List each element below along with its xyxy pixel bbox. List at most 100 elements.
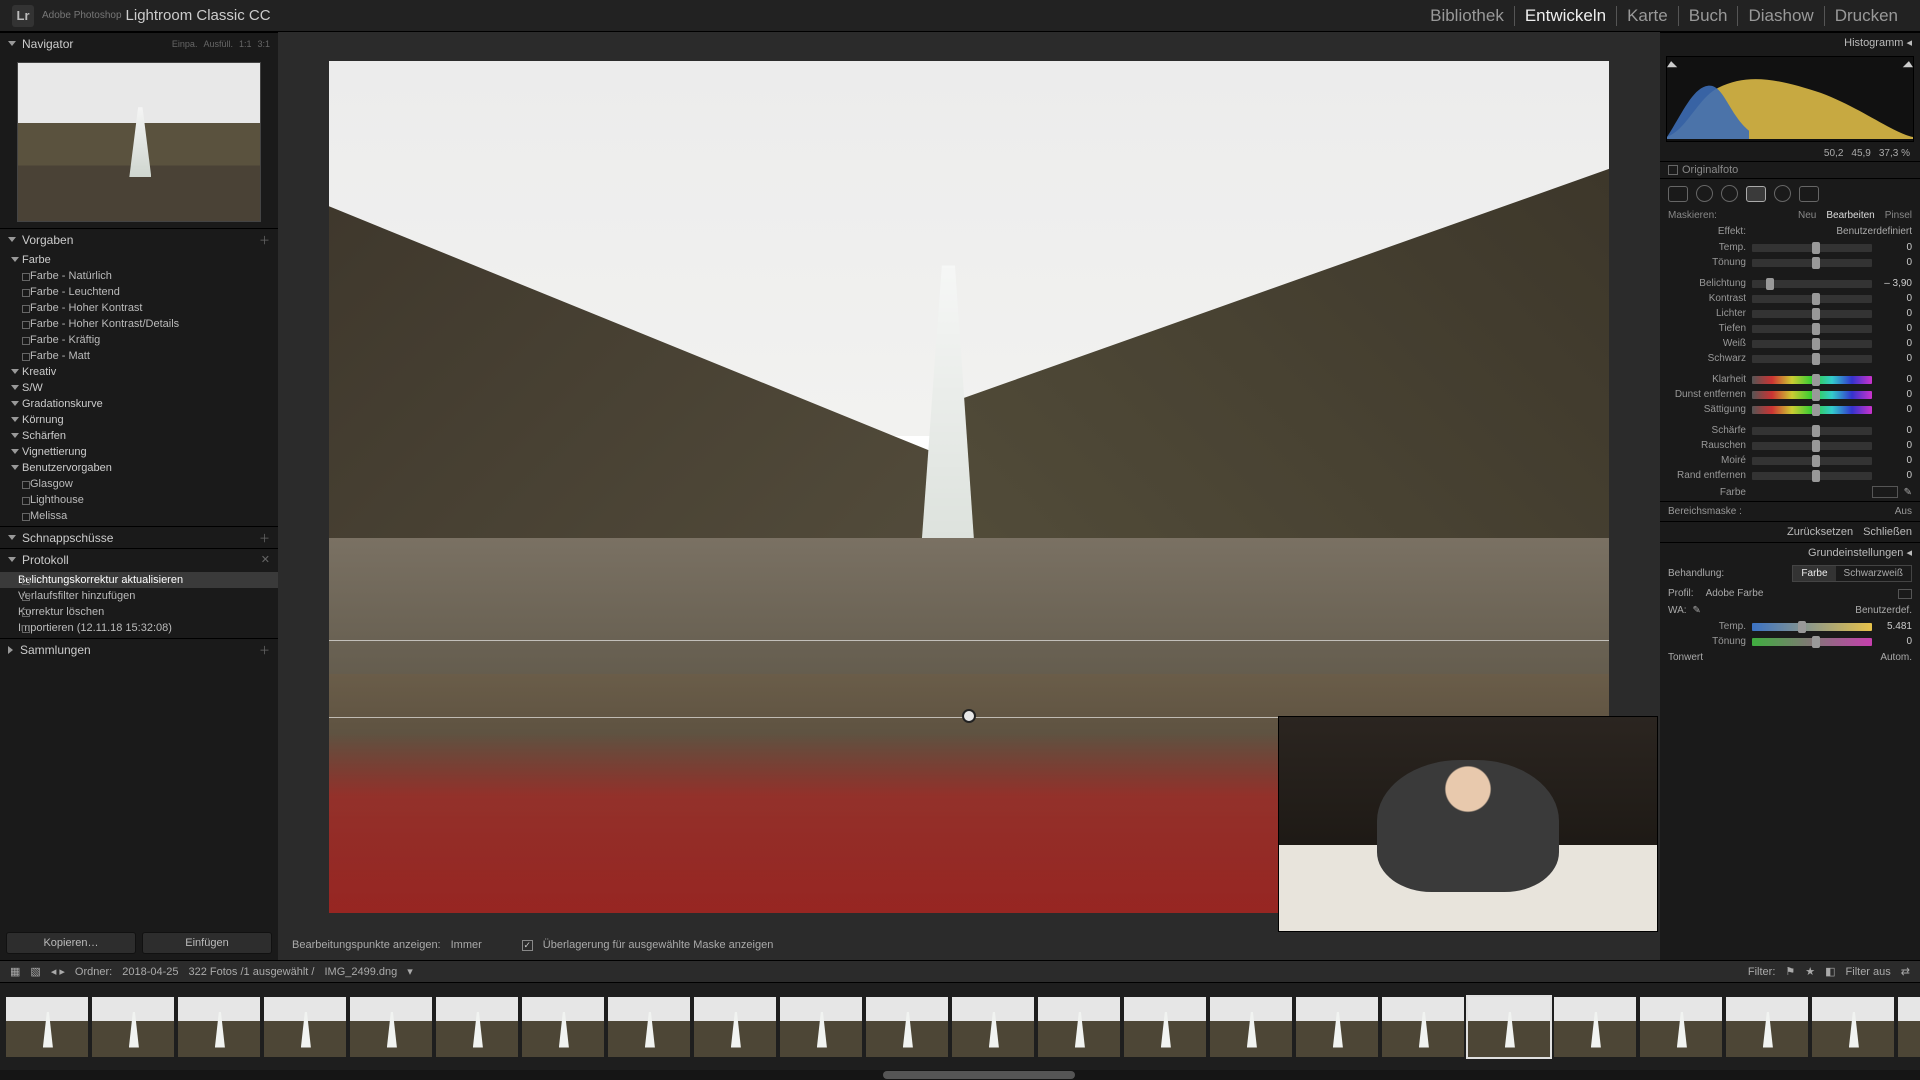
flag-filter-icon[interactable]: ⚑ [1785,965,1795,978]
effect-dropdown[interactable]: Benutzerdefiniert [1836,226,1912,237]
filmstrip-thumb[interactable] [1382,997,1464,1057]
history-item[interactable]: Verlaufsfilter hinzufügen [0,588,278,604]
presets-header[interactable]: Vorgaben＋ [0,228,278,250]
filter-lock-icon[interactable]: ⇄ [1901,965,1910,978]
paste-button[interactable]: Einfügen [142,932,272,954]
slider-track[interactable] [1752,295,1872,303]
zoom-option[interactable]: Einpa. [172,39,198,49]
slider-value[interactable]: 0 [1878,293,1912,304]
module-buch[interactable]: Buch [1679,6,1739,26]
filmstrip-thumb[interactable] [1038,997,1120,1057]
user-presets-group[interactable]: Benutzervorgaben [0,460,278,476]
slider-track[interactable] [1752,259,1872,267]
current-filename[interactable]: IMG_2499.dng [324,966,397,978]
treatment-option[interactable]: Schwarzweiß [1836,566,1911,581]
filmstrip-thumb[interactable] [6,997,88,1057]
filmstrip-thumb[interactable] [1898,997,1920,1057]
close-button[interactable]: Schließen [1863,526,1912,538]
filmstrip-thumb[interactable] [780,997,862,1057]
navigator-preview[interactable] [17,62,261,222]
histogram[interactable] [1666,56,1914,142]
preset-group[interactable]: Gradationskurve [0,396,278,412]
preset-item[interactable]: Farbe - Matt [0,348,278,364]
filmstrip-thumb[interactable] [436,997,518,1057]
filmstrip-thumb[interactable] [1554,997,1636,1057]
snapshots-header[interactable]: Schnappschüsse＋ [0,526,278,548]
mask-tab[interactable]: Bearbeiten [1826,210,1874,221]
basic-tint-value[interactable]: 0 [1878,636,1912,647]
original-toggle[interactable]: Originalfoto [1660,161,1920,179]
color-filter-icon[interactable]: ◧ [1825,965,1835,978]
preset-group[interactable]: Körnung [0,412,278,428]
mask-tab[interactable]: Neu [1798,210,1816,221]
filmstrip-thumb[interactable] [1296,997,1378,1057]
slider-track[interactable] [1752,406,1872,414]
profile-grid-icon[interactable] [1898,589,1912,599]
preset-item[interactable]: Farbe - Natürlich [0,268,278,284]
preset-group[interactable]: Vignettierung [0,444,278,460]
history-header[interactable]: Protokoll✕ [0,548,278,570]
slider-value[interactable]: 0 [1878,353,1912,364]
second-window-icon[interactable]: ▧ [30,965,40,978]
preset-item[interactable]: Farbe - Leuchtend [0,284,278,300]
filmstrip-thumb[interactable] [694,997,776,1057]
filmstrip-thumb[interactable] [350,997,432,1057]
color-swatch[interactable] [1872,486,1898,498]
brush-tool-icon[interactable] [1799,186,1819,202]
zoom-option[interactable]: 1:1 [239,39,252,49]
filter-preset-dropdown[interactable]: Filter aus [1846,966,1891,978]
slider-track[interactable] [1752,310,1872,318]
user-preset-item[interactable]: Glasgow [0,476,278,492]
preset-group[interactable]: Farbe [0,252,278,268]
auto-tone-button[interactable]: Autom. [1880,652,1912,663]
zoom-option[interactable]: 3:1 [257,39,270,49]
preset-group[interactable]: Kreativ [0,364,278,380]
slider-value[interactable]: 0 [1878,389,1912,400]
slider-value[interactable]: 0 [1878,470,1912,481]
slider-track[interactable] [1752,376,1872,384]
slider-value[interactable]: 0 [1878,257,1912,268]
slider-value[interactable]: – 3,90 [1878,278,1912,289]
filmstrip-thumb[interactable] [264,997,346,1057]
user-preset-item[interactable]: Lighthouse [0,492,278,508]
slider-track[interactable] [1752,472,1872,480]
grid-view-icon[interactable]: ▦ [10,965,20,978]
folder-date[interactable]: 2018-04-25 [122,966,178,978]
preset-item[interactable]: Farbe - Kräftig [0,332,278,348]
filmstrip-thumb[interactable] [952,997,1034,1057]
user-preset-item[interactable]: Melissa [0,508,278,524]
filmstrip-thumb[interactable] [1812,997,1894,1057]
crop-tool-icon[interactable] [1668,186,1688,202]
slider-value[interactable]: 0 [1878,440,1912,451]
slider-track[interactable] [1752,244,1872,252]
slider-value[interactable]: 0 [1878,323,1912,334]
overlay-checkbox[interactable]: ✓ [522,940,533,951]
slider-track[interactable] [1752,457,1872,465]
radial-tool-icon[interactable] [1774,185,1791,202]
navigator-header[interactable]: Navigator Einpa.Ausfüll.1:13:1 [0,32,278,54]
slider-track[interactable] [1752,340,1872,348]
navigator-zoom[interactable]: Einpa. Ausfüll. 1:1 3:1 [172,39,270,49]
reset-button[interactable]: Zurücksetzen [1787,526,1853,538]
wb-dropdown[interactable]: Benutzerdef. [1855,605,1912,616]
collections-header[interactable]: Sammlungen＋ [0,638,278,660]
treatment-option[interactable]: Farbe [1793,566,1835,581]
module-karte[interactable]: Karte [1617,6,1679,26]
slider-track[interactable] [1752,280,1872,288]
slider-track[interactable] [1752,391,1872,399]
filmstrip-scrollbar[interactable] [0,1070,1920,1080]
slider-value[interactable]: 0 [1878,425,1912,436]
zoom-option[interactable]: Ausfüll. [203,39,233,49]
module-diashow[interactable]: Diashow [1738,6,1824,26]
redeye-tool-icon[interactable] [1721,185,1738,202]
slider-track[interactable] [1752,442,1872,450]
preset-group[interactable]: S/W [0,380,278,396]
basic-tint-slider[interactable] [1752,638,1872,646]
module-entwickeln[interactable]: Entwickeln [1515,6,1617,26]
gradient-tool-icon[interactable] [1746,186,1766,202]
filmstrip[interactable] [0,982,1920,1070]
slider-value[interactable]: 0 [1878,404,1912,415]
slider-value[interactable]: 0 [1878,308,1912,319]
profile-dropdown[interactable]: Adobe Farbe [1706,588,1764,599]
filmstrip-thumb[interactable] [522,997,604,1057]
